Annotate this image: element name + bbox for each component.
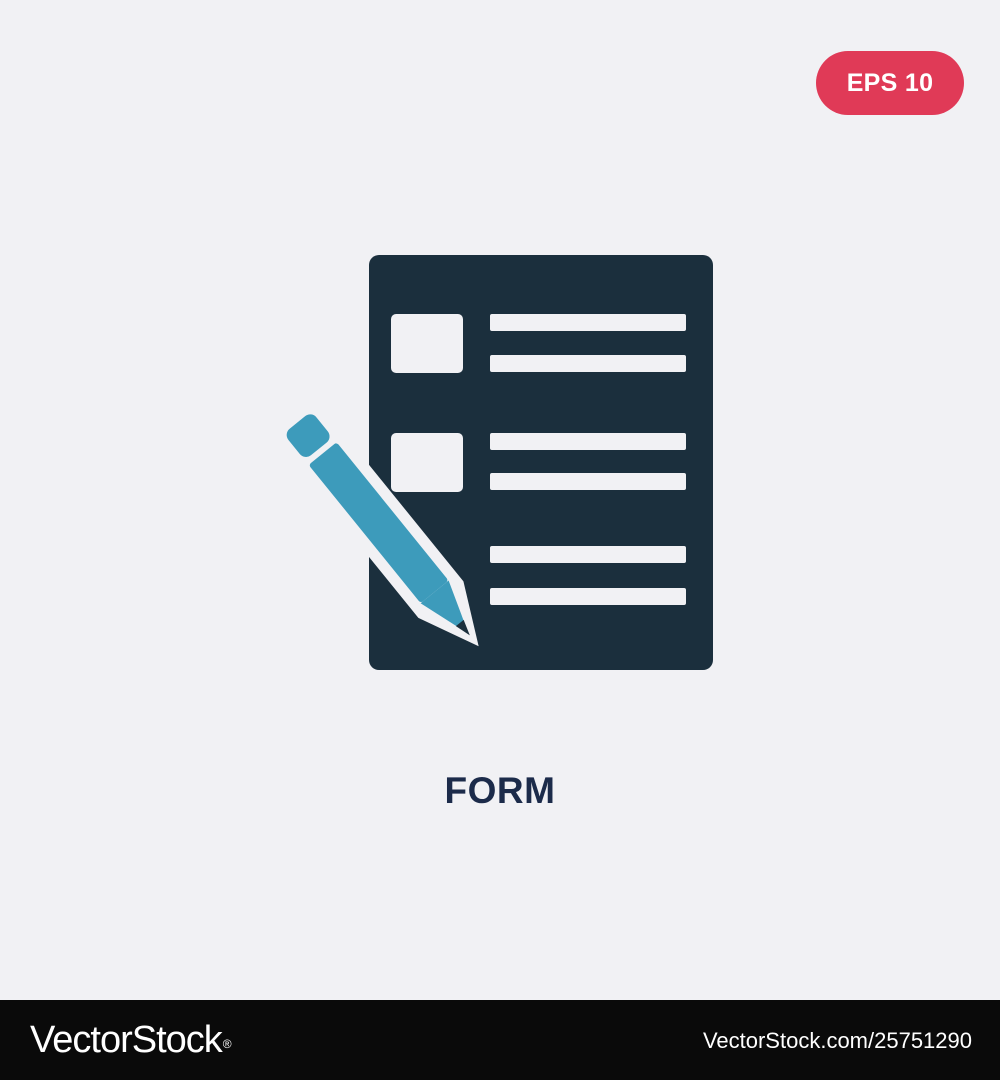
form-icon [277,255,713,670]
registered-mark: ® [222,1037,232,1051]
icon-title: FORM [444,770,556,811]
image-id-url: VectorStock.com/25751290 [702,1028,972,1053]
footer-bar: VectorStock® VectorStock.com/25751290 [0,1000,1000,1080]
logo-text: VectorStock [30,1019,223,1061]
artwork-canvas: EPS 10 FORM [0,0,1000,1000]
text-line [490,433,686,450]
vectorstock-logo: VectorStock® [30,1018,232,1062]
text-line [490,588,686,605]
text-line [490,355,686,372]
text-line [490,473,686,490]
text-line [490,546,686,563]
checkbox-2 [391,433,463,492]
text-line [490,314,686,331]
checkbox-1 [391,314,463,373]
